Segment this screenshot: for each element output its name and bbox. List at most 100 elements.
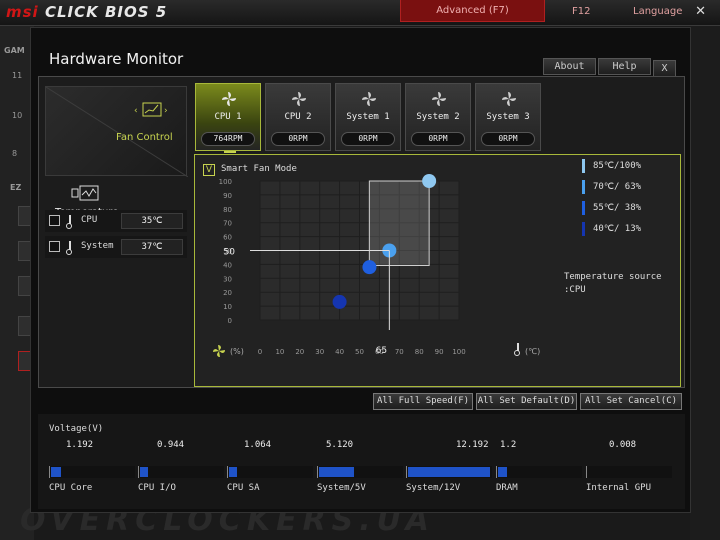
all-full-speed-button[interactable]: All Full Speed(F) <box>373 393 473 410</box>
fan-icon <box>362 92 376 106</box>
about-button[interactable]: About <box>543 58 596 75</box>
temperature-source[interactable]: Temperature source :CPU <box>564 271 662 297</box>
y-tick-label: 40 <box>223 261 232 269</box>
x-tick-label: 40 <box>335 348 344 356</box>
voltage-label: System/5V <box>317 483 366 493</box>
fan-tab-cpu1[interactable]: CPU 1 764RPM <box>195 83 261 151</box>
active-tab-indicator <box>224 151 236 153</box>
y-tick-label: 60 <box>223 234 232 242</box>
y-tick-label: 10 <box>223 303 232 311</box>
y-tick-label: 30 <box>223 275 232 283</box>
fan-rpm: 0RPM <box>271 132 325 146</box>
x-tick-label: 90 <box>435 348 444 356</box>
y-tick-label: 90 <box>223 192 232 200</box>
voltage-item: 5.120 System/5V <box>317 414 406 509</box>
sensor-row-cpu: CPU 35℃ <box>45 210 187 232</box>
fan-rpm: 764RPM <box>201 132 255 146</box>
fan-rpm: 0RPM <box>481 132 535 146</box>
x-tick-label: 30 <box>315 348 324 356</box>
voltage-value: 12.192 <box>456 440 489 450</box>
legend-swatch <box>582 159 585 173</box>
language-button[interactable]: Language <box>633 6 682 17</box>
y-tick-label: 20 <box>223 289 232 297</box>
legend-swatch <box>582 201 585 215</box>
sensor-row-system: System 37℃ <box>45 236 187 258</box>
selection-region <box>368 180 430 266</box>
fan-control-panel: ‹ › Fan Control Temperature CPU 35℃ <box>38 76 685 388</box>
fan-axis-icon <box>213 345 225 357</box>
fan-curve-area: V Smart Fan Mode 100 90 80 70 60 50 40 30 20 10 0 0… <box>194 154 681 387</box>
f12-screenshot-button[interactable]: F12 <box>572 6 590 17</box>
voltage-label: CPU Core <box>49 483 93 493</box>
voltage-bar <box>406 466 492 478</box>
close-button[interactable]: X <box>653 60 676 77</box>
all-set-cancel-button[interactable]: All Set Cancel(C) <box>580 393 682 410</box>
x-tick-label: 70 <box>395 348 404 356</box>
all-set-default-button[interactable]: All Set Default(D) <box>476 393 577 410</box>
sensor-value-system: 37℃ <box>121 239 183 255</box>
fan-tab-system2[interactable]: System 2 0RPM <box>405 83 471 151</box>
voltage-bar-fill <box>498 467 508 477</box>
y-axis-unit: (%) <box>230 347 244 356</box>
fan-icon <box>292 92 306 106</box>
voltage-item: 1.2 DRAM <box>496 414 585 509</box>
fan-curve-point[interactable] <box>332 294 347 309</box>
fan-rpm: 0RPM <box>411 132 465 146</box>
help-button[interactable]: Help <box>598 58 651 75</box>
voltage-bar-fill <box>319 467 355 477</box>
fan-curve-point[interactable] <box>422 174 437 188</box>
fan-tab-system1[interactable]: System 1 0RPM <box>335 83 401 151</box>
x-tick-label: 100 <box>452 348 465 356</box>
voltage-bar-fill <box>229 467 238 477</box>
x-tick-label: 80 <box>415 348 424 356</box>
bios-top-bar: msi CLICK BIOS 5 Advanced (F7) F12 Langu… <box>0 0 720 26</box>
hardware-monitor-dialog: Hardware Monitor About Help X ‹ › Fan Co… <box>30 27 691 513</box>
voltage-label: DRAM <box>496 483 518 493</box>
fan-tab-system3[interactable]: System 3 0RPM <box>475 83 541 151</box>
bios-close-icon[interactable]: ✕ <box>695 4 706 19</box>
y-tick-label: 80 <box>223 206 232 214</box>
bios-logo: msi CLICK BIOS 5 <box>6 3 168 21</box>
voltage-bar <box>586 466 672 478</box>
temperature-icon <box>71 185 99 201</box>
dialog-title: Hardware Monitor <box>49 50 184 68</box>
legend-item: 85℃/100% <box>582 159 672 173</box>
svg-text:›: › <box>164 106 168 116</box>
legend-item: 55℃/ 38% <box>582 201 672 215</box>
fan-icon <box>502 92 516 106</box>
fan-tab-cpu2[interactable]: CPU 2 0RPM <box>265 83 331 151</box>
thermometer-icon <box>66 215 72 229</box>
svg-text:‹: ‹ <box>134 106 138 116</box>
voltage-item: 0.944 CPU I/O <box>138 414 227 509</box>
sensor-checkbox-cpu[interactable] <box>49 215 60 226</box>
y-tick-label: 0 <box>228 317 232 325</box>
voltage-label: Internal GPU <box>586 483 652 493</box>
voltage-bar <box>496 466 582 478</box>
voltage-bar <box>49 466 135 478</box>
voltage-bar-fill <box>51 467 62 477</box>
voltage-label: CPU SA <box>227 483 260 493</box>
voltage-item: 1.192 CPU Core <box>49 414 138 509</box>
cursor-temp-label: 65 <box>376 346 387 356</box>
voltage-value: 0.008 <box>609 440 637 450</box>
fan-rpm: 0RPM <box>341 132 395 146</box>
voltage-value: 0.944 <box>157 440 185 450</box>
advanced-mode-button[interactable]: Advanced (F7) <box>400 0 545 22</box>
voltage-value: 5.120 <box>326 440 354 450</box>
voltage-bar <box>317 466 403 478</box>
fan-curve-point[interactable] <box>362 260 377 275</box>
sensor-checkbox-system[interactable] <box>49 241 60 252</box>
voltage-value: 1.064 <box>244 440 272 450</box>
fan-icon <box>432 92 446 106</box>
y-tick-label: 70 <box>223 220 232 228</box>
voltage-panel: Voltage(V) 1.192 CPU Core 0.944 CPU I/O 1.06… <box>38 414 685 509</box>
fan-icon <box>222 92 236 106</box>
voltage-bar <box>227 466 313 478</box>
thermometer-axis-icon <box>514 343 520 356</box>
voltage-value: 1.2 <box>500 440 517 450</box>
legend-item: 40℃/ 13% <box>582 222 672 236</box>
x-tick-label: 20 <box>295 348 304 356</box>
x-tick-label: 10 <box>275 348 284 356</box>
x-axis-unit: (℃) <box>525 347 540 356</box>
fan-control-tab[interactable]: ‹ › Fan Control <box>45 86 188 177</box>
